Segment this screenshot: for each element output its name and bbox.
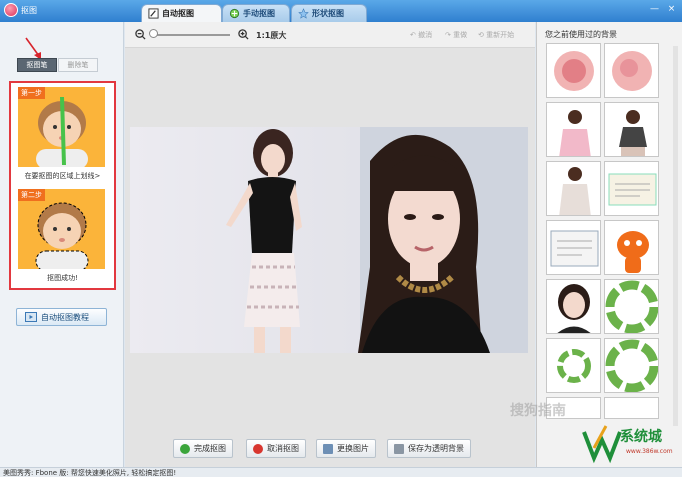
background-panel-scrollbar[interactable] [673, 46, 678, 426]
window-title: 抠图 [21, 6, 37, 15]
save-transparent-label: 保存为透明背景 [408, 444, 464, 453]
green-swirl-image [557, 349, 591, 383]
tab-shape-cutout[interactable]: 形状抠图 [291, 4, 367, 22]
cancel-cutout-label: 取消抠图 [267, 444, 299, 453]
brand-watermark: 系统城 www.386w.com [580, 418, 680, 468]
girl-photo-image [619, 110, 647, 156]
brush-mode-button[interactable]: 抠图笔 [17, 58, 57, 72]
pink-blot-image [554, 51, 594, 91]
tutorial-button-label: 自动抠图教程 [41, 312, 89, 322]
brand-text: 系统城 [620, 429, 662, 445]
lasso-icon [229, 8, 240, 19]
tab-shape-cutout-label: 形状抠图 [312, 9, 344, 18]
bg-thumb-certificate-2[interactable] [546, 220, 601, 275]
bg-thumb-girl-sitting[interactable] [604, 102, 659, 157]
certificate-image [608, 173, 657, 206]
bg-thumb-green-swirl-1[interactable] [604, 279, 659, 334]
picture-icon [323, 443, 333, 454]
bg-thumb-girl-pink[interactable] [546, 102, 601, 157]
finish-cutout-label: 完成抠图 [194, 444, 226, 453]
window-controls: — × [648, 4, 678, 16]
girl-photo-image [559, 110, 591, 156]
canvas-toolbar: 1:1原大 ↶ 撤消 ↷ 重做 ⟲ 重新开始 [125, 22, 535, 48]
status-text: 美图秀秀: Fbone 版: 帮您快速美化照片, 轻松搞定抠图! [3, 469, 177, 477]
replace-image-button[interactable]: 更换图片 [316, 439, 376, 458]
zoom-in-icon[interactable] [238, 29, 249, 40]
baby-photo-step2 [18, 189, 105, 269]
bg-thumb-certificate-1[interactable] [604, 161, 659, 216]
minimize-button[interactable]: — [648, 4, 661, 16]
left-panel: 抠图笔 删除笔 第一步 在要抠图的区域上划线> 第二步 抠图成功! 自动抠图教程 [0, 22, 124, 467]
tab-manual-cutout[interactable]: 手动抠图 [222, 4, 290, 22]
reset-button[interactable]: ⟲ 重新开始 [478, 30, 514, 40]
bg-thumb-pink-blots-2[interactable] [604, 43, 659, 98]
bg-thumb-partial-2[interactable] [604, 397, 659, 419]
baby-photo-step1 [18, 87, 105, 167]
tutorial-step1-image: 第一步 [18, 87, 105, 167]
edited-photo[interactable] [130, 127, 528, 353]
auto-cutout-tutorial-button[interactable]: 自动抠图教程 [16, 308, 107, 326]
zoom-slider-track[interactable] [150, 34, 230, 36]
pink-blot-image [612, 51, 652, 91]
step1-badge: 第一步 [18, 87, 45, 99]
woman-photo-image [130, 127, 528, 353]
tab-auto-cutout[interactable]: 自动抠图 [141, 4, 222, 22]
brush-icon [148, 8, 159, 19]
bg-thumb-pink-blots-1[interactable] [546, 43, 601, 98]
bg-thumb-girl-coat[interactable] [546, 161, 601, 216]
certificate-image [550, 230, 599, 267]
undo-button[interactable]: ↶ 撤消 [410, 30, 432, 40]
erase-mode-button[interactable]: 删除笔 [58, 58, 98, 72]
finish-cutout-button[interactable]: 完成抠图 [173, 439, 233, 458]
bg-thumb-green-swirl-2[interactable] [546, 338, 601, 393]
girl-photo-image [559, 167, 591, 215]
canvas-area: 1:1原大 ↶ 撤消 ↷ 重做 ⟲ 重新开始 完成抠图 取消抠图 更换图片 保存… [125, 22, 535, 467]
zoom-slider-thumb[interactable] [149, 29, 158, 38]
step2-badge: 第二步 [18, 189, 45, 201]
brand-url: www.386w.com [626, 448, 673, 455]
zoom-out-icon[interactable] [135, 29, 146, 40]
undo-label: 撤消 [418, 31, 433, 39]
replace-image-label: 更换图片 [337, 444, 369, 453]
save-transparent-button[interactable]: 保存为透明背景 [387, 439, 471, 458]
bg-thumb-green-swirl-3[interactable] [604, 338, 659, 393]
mascot-image [617, 231, 649, 273]
cancel-icon [253, 443, 263, 454]
reset-label: 重新开始 [486, 31, 515, 39]
save-icon [394, 443, 404, 454]
tab-auto-cutout-label: 自动抠图 [162, 9, 194, 18]
background-history-title: 您之前使用过的背景 [545, 30, 617, 39]
tutorial-box: 第一步 在要抠图的区域上划线> 第二步 抠图成功! [9, 81, 116, 290]
redo-button[interactable]: ↷ 重做 [445, 30, 467, 40]
status-bar: 美图秀秀: Fbone 版: 帮您快速美化照片, 轻松搞定抠图! [0, 467, 682, 477]
close-button[interactable]: × [665, 4, 678, 16]
green-swirl-image [605, 339, 658, 392]
bg-thumb-orange-mascot[interactable] [604, 220, 659, 275]
redo-label: 重做 [453, 31, 468, 39]
sogou-watermark: 搜狗指南 [510, 403, 566, 419]
tutorial-step2-image: 第二步 [18, 189, 105, 269]
green-swirl-image [605, 280, 658, 333]
shape-icon [298, 8, 309, 19]
original-size-button[interactable]: 1:1原大 [256, 30, 286, 41]
title-bar: 抠图 自动抠图 手动抠图 形状抠图 — × [0, 0, 682, 22]
tab-manual-cutout-label: 手动抠图 [243, 9, 275, 18]
video-icon [25, 312, 37, 322]
cancel-cutout-button[interactable]: 取消抠图 [246, 439, 306, 458]
step2-caption: 抠图成功! [47, 274, 78, 282]
check-icon [180, 443, 190, 454]
app-logo-icon [4, 3, 18, 17]
bg-thumb-girl-portrait[interactable] [546, 279, 601, 334]
step1-caption: 在要抠图的区域上划线> [24, 172, 101, 180]
girl-photo-image [557, 284, 591, 333]
